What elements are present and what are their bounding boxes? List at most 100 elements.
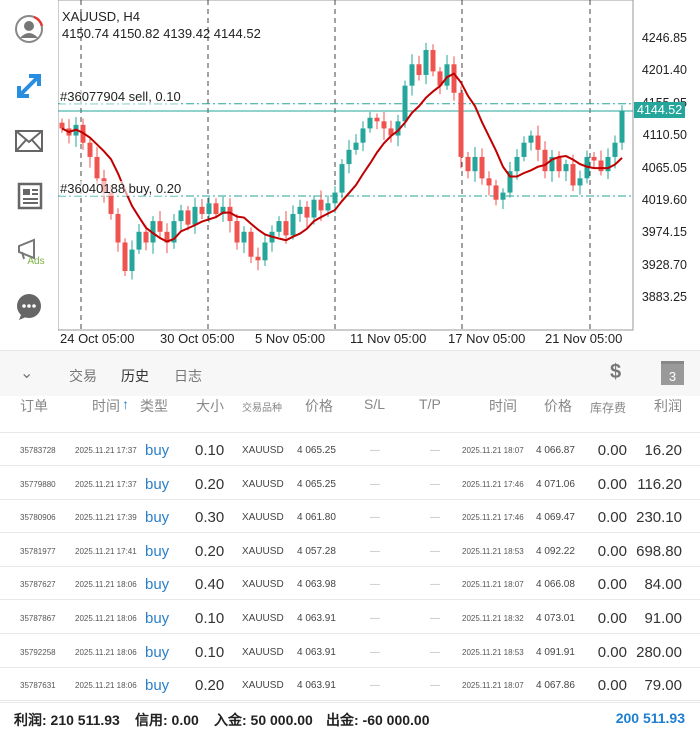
cell-open-time: 2025.11.21 17:37 — [75, 446, 137, 455]
column-header[interactable]: S/L — [364, 396, 385, 412]
collapse-chevron-icon[interactable]: ⌄ — [20, 363, 33, 383]
cell-profit: 91.00 — [644, 610, 682, 627]
cell-symbol: XAUUSD — [242, 545, 284, 557]
candle-body — [493, 185, 499, 200]
candle-body — [381, 121, 387, 129]
candle-body — [591, 156, 597, 161]
chat-icon[interactable] — [10, 288, 48, 326]
candle-body — [143, 231, 149, 243]
candle-body — [94, 156, 100, 179]
candle-body — [409, 64, 415, 86]
chart-canvas[interactable] — [0, 0, 700, 350]
column-header[interactable]: 时间 — [489, 396, 517, 416]
column-header[interactable]: 类型 — [140, 396, 168, 416]
cell-order: 35787867 — [20, 614, 56, 623]
cell-open-time: 2025.11.21 18:06 — [75, 647, 137, 657]
cell-close-time: 2025.11.21 18:07 — [462, 681, 524, 691]
candle-body — [374, 117, 380, 122]
candle-body — [619, 110, 625, 143]
cell-open-price: 4 063.98 — [297, 579, 336, 591]
cell-close-price: 4 066.08 — [536, 579, 575, 591]
candle-body — [59, 122, 65, 129]
cell-close-price: 4 092.22 — [536, 545, 575, 557]
candle-body — [486, 178, 492, 186]
column-header[interactable]: 库存费 — [590, 399, 626, 416]
candle-body — [353, 142, 359, 150]
withdrawal-total: 出金: -60 000.00 — [326, 712, 430, 728]
table-row[interactable]: 35792258 2025.11.21 18:06 buy 0.10 XAUUSD 4 0… — [0, 634, 700, 668]
cell-symbol: XAUUSD — [242, 579, 284, 591]
candle-body — [423, 50, 429, 75]
cell-profit: 79.00 — [644, 677, 682, 695]
price-axis-label: 3883.25 — [641, 290, 687, 305]
candle-body — [402, 85, 408, 122]
tab-journal[interactable]: 日志 — [174, 366, 202, 386]
trade-arrows-icon[interactable] — [10, 67, 48, 105]
candle-body — [577, 178, 583, 186]
table-row[interactable]: 35779880 2025.11.21 17:37 buy 0.20 XAUUSD 4 0… — [0, 466, 700, 500]
candle-body — [192, 206, 198, 225]
table-row[interactable]: 35781977 2025.11.21 17:41 buy 0.20 XAUUSD 4 0… — [0, 533, 700, 567]
price-axis-label: 3974.15 — [641, 225, 687, 240]
cell-order: 35783728 — [20, 446, 56, 455]
cell-close-time: 2025.11.21 18:32 — [462, 614, 524, 623]
column-header[interactable]: 大小 — [196, 396, 224, 416]
price-axis-label: 4110.50 — [642, 128, 687, 143]
column-header[interactable]: T/P — [419, 396, 441, 412]
cell-sl: — — [370, 445, 380, 456]
candle-body — [444, 64, 450, 86]
cell-sl: — — [370, 646, 380, 658]
tab-history[interactable]: 历史 — [121, 366, 149, 386]
cell-close-time: 2025.11.21 18:07 — [462, 580, 524, 590]
cell-tp: — — [430, 680, 440, 692]
cell-sl: — — [370, 579, 380, 591]
news-icon[interactable] — [10, 177, 48, 215]
candle-body — [234, 221, 240, 243]
column-header[interactable]: 利润 — [654, 396, 682, 416]
price-axis-label: 4246.85 — [641, 31, 687, 45]
column-header[interactable]: 价格 — [544, 396, 572, 416]
cell-symbol: XAUUSD — [242, 613, 284, 624]
symbol-timeframe: XAUUSD, H4 — [62, 9, 141, 24]
account-icon[interactable] — [10, 10, 48, 48]
table-row[interactable]: 35780906 2025.11.21 17:39 buy 0.30 XAUUSD 4 0… — [0, 500, 700, 534]
account-summary: 利润: 210 511.93 信用: 0.00 入金: 50 000.00 出金… — [0, 702, 700, 732]
cell-tp: — — [430, 613, 440, 624]
cell-close-time: 2025.11.21 17:46 — [462, 513, 524, 523]
table-row[interactable]: 35787631 2025.11.21 18:06 buy 0.20 XAUUSD 4 0… — [0, 668, 700, 702]
cell-size: 0.20 — [195, 542, 225, 560]
table-row[interactable]: 35787627 2025.11.21 18:06 buy 0.40 XAUUSD 4 0… — [0, 567, 700, 601]
balance-total: 200 511.93 — [615, 710, 685, 726]
candle-body — [451, 64, 457, 93]
mail-icon[interactable] — [10, 122, 48, 160]
cell-sl: — — [370, 613, 380, 624]
candle-body — [206, 203, 212, 214]
candle-body — [332, 192, 338, 204]
candle-body — [297, 206, 303, 214]
calendar-icon[interactable]: 3 — [661, 361, 684, 385]
cell-type: buy — [145, 509, 170, 527]
column-header[interactable]: 订单 — [20, 396, 48, 416]
price-chart[interactable]: XAUUSD, H4 4150.74 4150.82 4139.42 4144.… — [0, 0, 700, 350]
cell-sl: — — [370, 680, 380, 692]
candle-body — [290, 213, 296, 236]
table-row[interactable]: 35783728 2025.11.21 17:37 buy 0.10 XAUUSD 4 0… — [0, 433, 700, 466]
cell-symbol: XAUUSD — [242, 478, 284, 490]
cell-profit: 230.10 — [636, 509, 682, 527]
cell-swap: 0.00 — [597, 576, 627, 594]
ads-button[interactable]: Ads — [10, 233, 48, 271]
cell-size: 0.30 — [195, 509, 225, 527]
cell-order: 35787627 — [20, 580, 56, 590]
currency-exchange-icon[interactable]: $ — [610, 361, 621, 384]
column-header[interactable]: 价格 — [305, 396, 333, 416]
cell-close-time: 2025.11.21 18:07 — [462, 446, 524, 455]
column-header[interactable]: 时间 — [92, 396, 120, 416]
cell-sl: — — [370, 545, 380, 557]
candle-body — [500, 192, 506, 200]
cell-order: 35779880 — [20, 479, 56, 489]
candle-body — [416, 64, 422, 75]
tab-trade[interactable]: 交易 — [69, 366, 97, 386]
table-row[interactable]: 35787867 2025.11.21 18:06 buy 0.10 XAUUSD 4 0… — [0, 601, 700, 634]
cell-open-price: 4 063.91 — [297, 680, 336, 692]
column-header[interactable]: 交易品种 — [242, 399, 282, 414]
